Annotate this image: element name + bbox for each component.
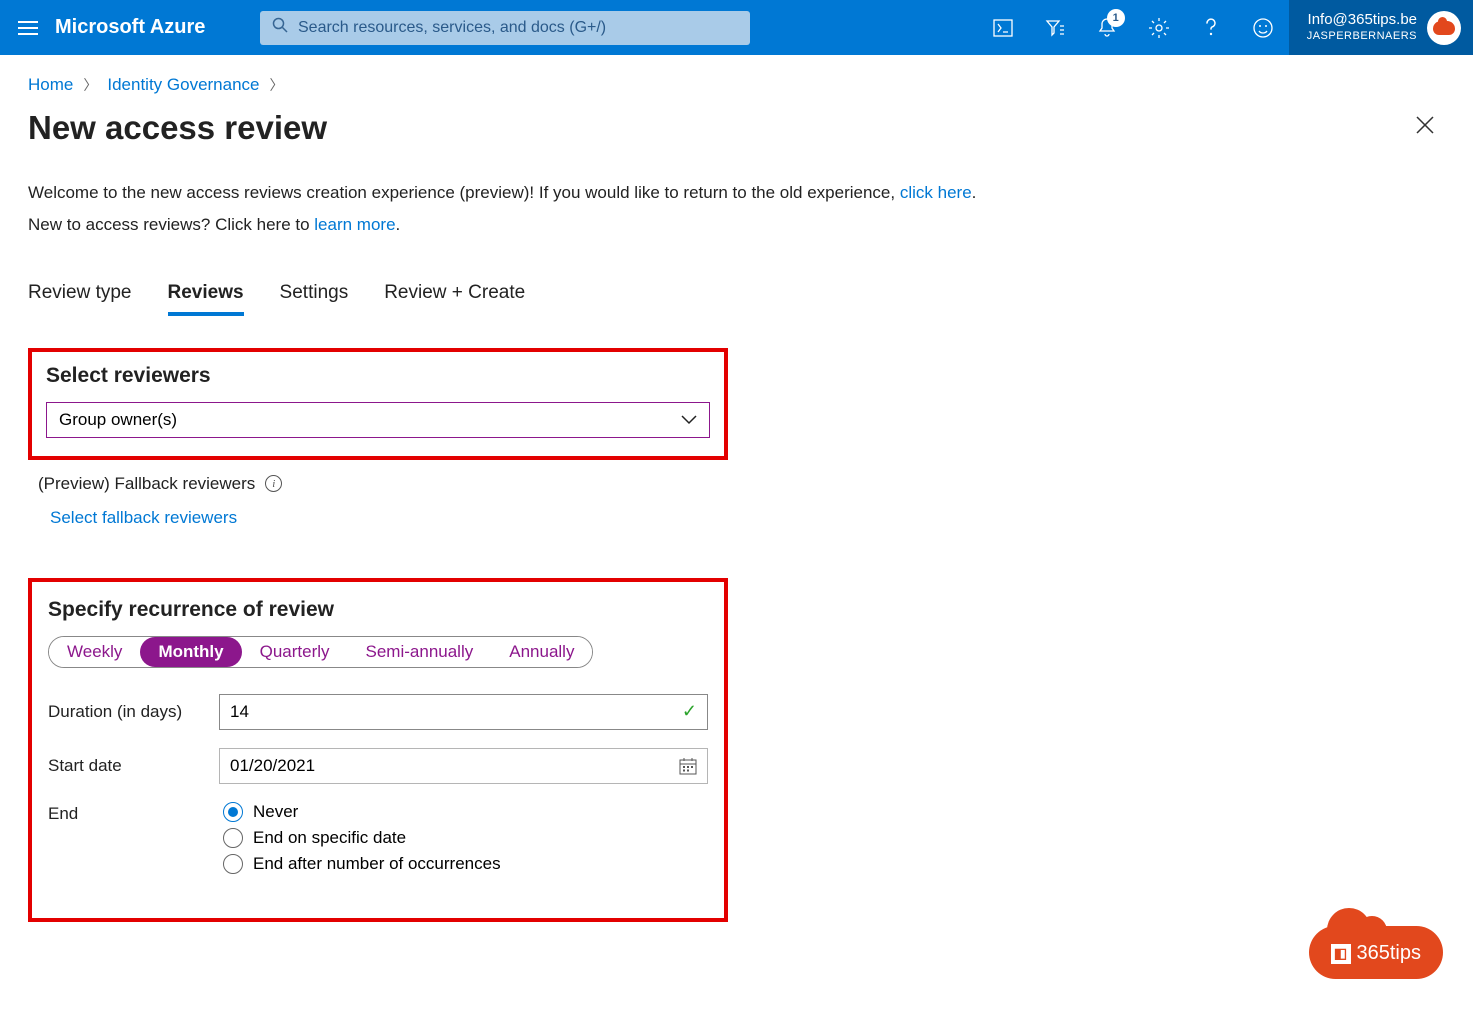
breadcrumb: Home 〉 Identity Governance 〉 [28,75,1443,95]
directory-filter-button[interactable] [1029,0,1081,55]
tab-reviews[interactable]: Reviews [168,282,244,316]
start-date-label: Start date [48,756,219,776]
pill-annually[interactable]: Annually [491,637,592,667]
pill-quarterly[interactable]: Quarterly [242,637,348,667]
radio-icon [223,828,243,848]
fallback-reviewers-label-row: (Preview) Fallback reviewers i [38,474,1443,494]
top-bar: Microsoft Azure 1 Info@365tips.be [0,0,1473,55]
select-fallback-reviewers-link[interactable]: Select fallback reviewers [50,508,237,528]
intro-text: Welcome to the new access reviews creati… [28,177,1128,242]
reviewers-select-value: Group owner(s) [59,410,177,430]
page-title: New access review [28,109,327,147]
radio-icon-selected [223,802,243,822]
feedback-button[interactable] [1237,0,1289,55]
radio-end-specific-date[interactable]: End on specific date [223,828,501,848]
start-date-value: 01/20/2021 [230,756,315,776]
close-button[interactable] [1407,107,1443,149]
fallback-reviewers-label: (Preview) Fallback reviewers [38,474,255,494]
recurrence-section: Specify recurrence of review Weekly Mont… [28,578,728,922]
select-reviewers-section: Select reviewers Group owner(s) [28,348,728,460]
account-directory: JASPERBERNAERS [1307,30,1417,44]
info-icon[interactable]: i [265,475,282,492]
pill-weekly[interactable]: Weekly [49,637,140,667]
calendar-icon [679,757,697,775]
radio-never-label: Never [253,802,298,822]
duration-value: 14 [230,702,249,722]
hamburger-menu-button[interactable] [0,21,55,35]
tab-review-type[interactable]: Review type [28,282,132,316]
brand-label: Microsoft Azure [55,16,260,39]
radio-end-after-label: End after number of occurrences [253,854,501,874]
duration-input[interactable]: 14 ✓ [219,694,708,730]
radio-end-after-occurrences[interactable]: End after number of occurrences [223,854,501,874]
tab-settings[interactable]: Settings [280,282,349,316]
search-icon [272,17,288,38]
help-button[interactable] [1185,0,1237,55]
account-button[interactable]: Info@365tips.be JASPERBERNAERS [1289,0,1473,55]
learn-more-link[interactable]: learn more [314,215,395,234]
recurrence-heading: Specify recurrence of review [48,598,708,622]
recurrence-pills: Weekly Monthly Quarterly Semi-annually A… [48,636,593,668]
pill-monthly[interactable]: Monthly [140,637,241,667]
cloud-shell-button[interactable] [977,0,1029,55]
notifications-button[interactable]: 1 [1081,0,1133,55]
avatar [1427,11,1461,45]
pill-semi-annually[interactable]: Semi-annually [348,637,492,667]
breadcrumb-identity-governance[interactable]: Identity Governance [107,75,259,95]
duration-label: Duration (in days) [48,702,219,722]
check-icon: ✓ [682,701,697,722]
office-icon: ◧ [1331,944,1351,964]
global-search[interactable] [260,11,750,45]
search-input[interactable] [298,19,738,37]
radio-never[interactable]: Never [223,802,501,822]
account-email: Info@365tips.be [1307,11,1417,30]
reviewers-select[interactable]: Group owner(s) [46,402,710,438]
topbar-actions: 1 Info@365tips.be JASPERBERNAERS [977,0,1473,55]
chevron-right-icon: 〉 [83,75,97,95]
tabs: Review type Reviews Settings Review + Cr… [28,282,1443,316]
logo-text: 365tips [1357,942,1422,965]
tab-review-create[interactable]: Review + Create [384,282,525,316]
chevron-down-icon [681,410,697,430]
chevron-right-icon: 〉 [270,75,284,95]
select-reviewers-heading: Select reviewers [46,364,710,388]
end-label: End [48,802,223,824]
click-here-link[interactable]: click here [900,183,972,202]
notification-badge: 1 [1107,9,1125,27]
end-radio-group: Never End on specific date End after num… [223,802,501,874]
breadcrumb-home[interactable]: Home [28,75,73,95]
settings-button[interactable] [1133,0,1185,55]
radio-icon [223,854,243,874]
radio-end-specific-label: End on specific date [253,828,406,848]
365tips-logo: ◧ 365tips [1309,926,1444,979]
start-date-input[interactable]: 01/20/2021 [219,748,708,784]
